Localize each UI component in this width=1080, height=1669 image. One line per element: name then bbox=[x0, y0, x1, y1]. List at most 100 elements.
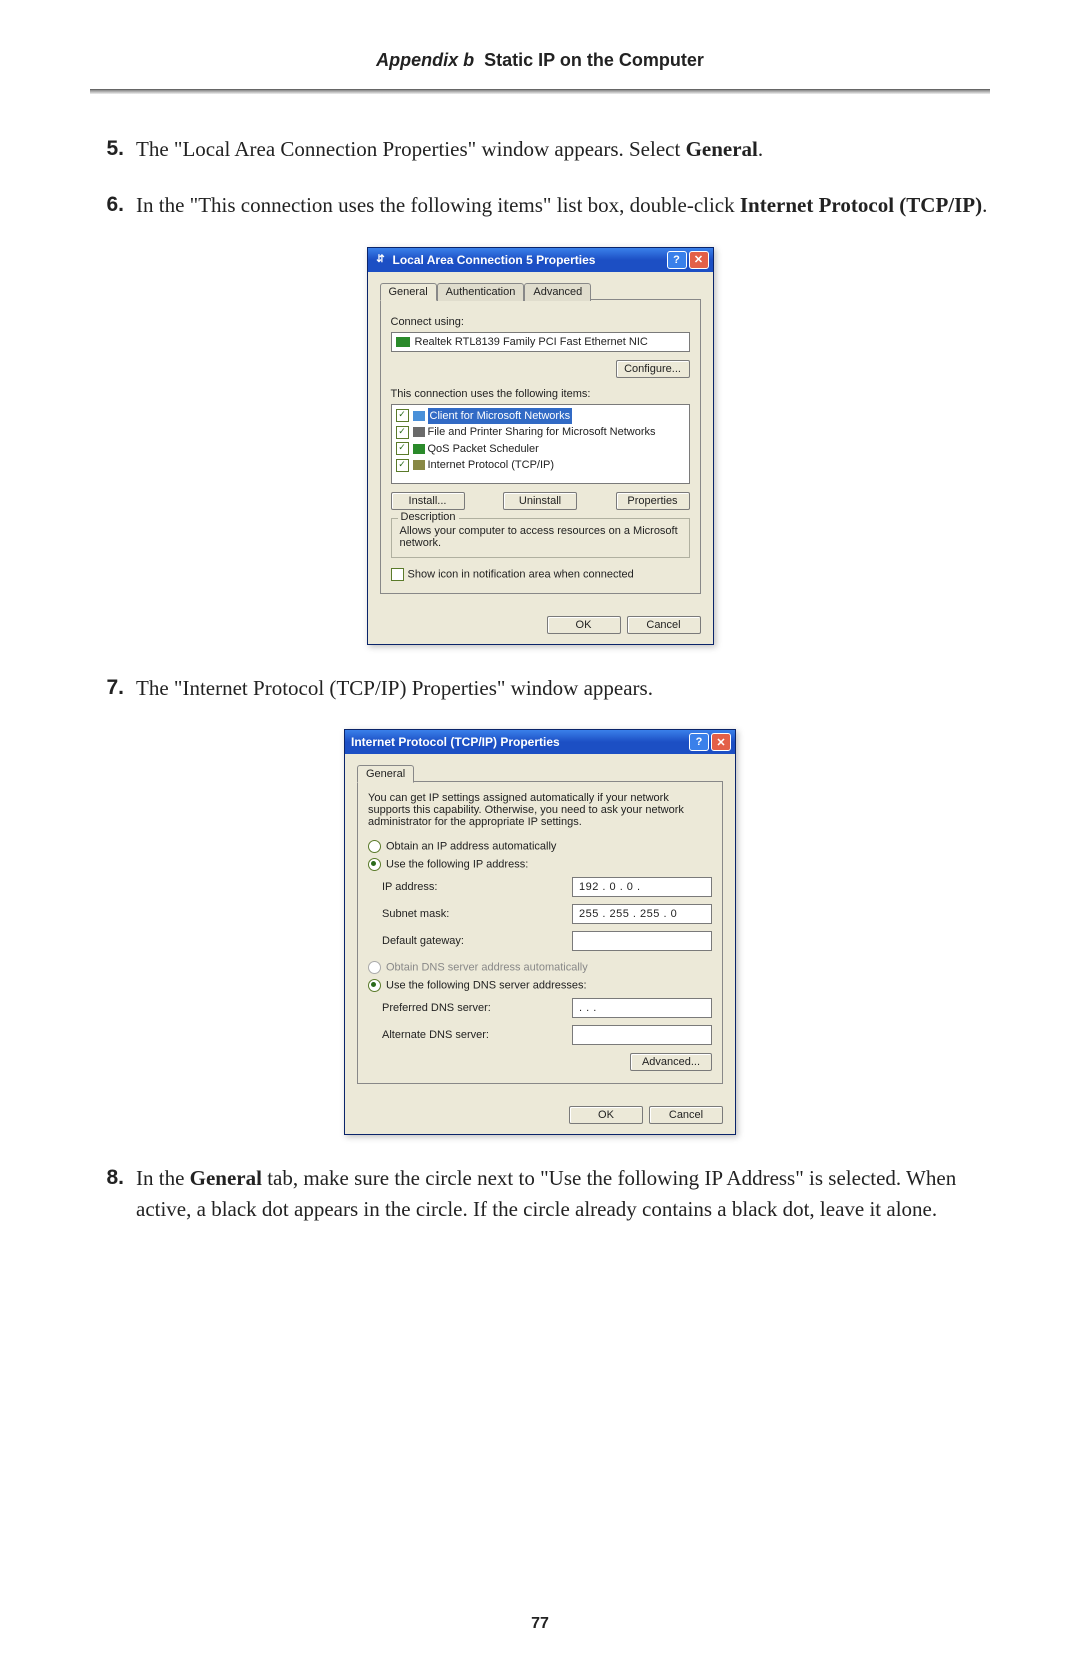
cancel-button[interactable]: Cancel bbox=[649, 1106, 723, 1124]
properties-button[interactable]: Properties bbox=[616, 492, 690, 510]
preferred-dns-input[interactable]: . . . bbox=[572, 998, 712, 1018]
list-item[interactable]: QoS Packet Scheduler bbox=[396, 441, 685, 458]
step-body: The "Local Area Connection Properties" w… bbox=[136, 134, 990, 164]
titlebar[interactable]: Internet Protocol (TCP/IP) Properties ? … bbox=[345, 730, 735, 754]
checkbox-icon[interactable] bbox=[396, 442, 409, 455]
default-gateway-input[interactable] bbox=[572, 931, 712, 951]
radio-icon[interactable] bbox=[368, 858, 381, 871]
uninstall-button[interactable]: Uninstall bbox=[503, 492, 577, 510]
step-text: . bbox=[758, 137, 763, 161]
tabs: General bbox=[357, 764, 723, 782]
advanced-button[interactable]: Advanced... bbox=[630, 1053, 712, 1071]
default-gateway-label: Default gateway: bbox=[382, 935, 572, 947]
configure-button[interactable]: Configure... bbox=[616, 360, 690, 378]
description-legend: Description bbox=[398, 511, 459, 523]
radio-icon[interactable] bbox=[368, 979, 381, 992]
list-item[interactable]: File and Printer Sharing for Microsoft N… bbox=[396, 424, 685, 441]
tabs: General Authentication Advanced bbox=[380, 282, 701, 300]
intro-text: You can get IP settings assigned automat… bbox=[368, 792, 712, 828]
step-body: In the "This connection uses the followi… bbox=[136, 190, 990, 220]
description-group: Description Allows your computer to acce… bbox=[391, 518, 690, 558]
tab-general[interactable]: General bbox=[357, 765, 414, 783]
step-sc: TCP/IP bbox=[336, 676, 399, 700]
tab-authentication[interactable]: Authentication bbox=[437, 283, 525, 301]
install-button[interactable]: Install... bbox=[391, 492, 465, 510]
radio-icon bbox=[368, 961, 381, 974]
step-5: 5. The "Local Area Connection Properties… bbox=[90, 134, 990, 164]
step-number: 6. bbox=[90, 190, 124, 220]
step-bold: General bbox=[686, 137, 758, 161]
tab-general[interactable]: General bbox=[380, 283, 437, 301]
radio-label: Use the following DNS server addresses: bbox=[386, 980, 587, 992]
ok-button[interactable]: OK bbox=[569, 1106, 643, 1124]
list-item-label: Internet Protocol (TCP/IP) bbox=[428, 459, 555, 471]
help-icon[interactable]: ? bbox=[667, 251, 687, 269]
appendix-label: Appendix b bbox=[376, 50, 474, 70]
list-item-label: QoS Packet Scheduler bbox=[428, 443, 539, 455]
step-text: The "Local Area Connection Properties" w… bbox=[136, 137, 686, 161]
ip-address-label: IP address: bbox=[382, 881, 572, 893]
cancel-button[interactable]: Cancel bbox=[627, 616, 701, 634]
nic-icon bbox=[396, 337, 410, 347]
show-icon-label: Show icon in notification area when conn… bbox=[408, 568, 634, 580]
alternate-dns-label: Alternate DNS server: bbox=[382, 1029, 572, 1041]
close-icon[interactable]: ✕ bbox=[711, 733, 731, 751]
tcpip-properties-dialog: Internet Protocol (TCP/IP) Properties ? … bbox=[344, 729, 736, 1135]
items-label: This connection uses the following items… bbox=[391, 388, 690, 400]
protocol-icon bbox=[413, 460, 425, 470]
page-number: 77 bbox=[0, 1615, 1080, 1633]
checkbox-icon[interactable] bbox=[396, 459, 409, 472]
step-text: ) Properties" window appears. bbox=[399, 676, 653, 700]
list-item-label: Client for Microsoft Networks bbox=[428, 408, 573, 425]
service-icon bbox=[413, 444, 425, 454]
list-item-label: File and Printer Sharing for Microsoft N… bbox=[428, 426, 656, 438]
close-icon[interactable]: ✕ bbox=[689, 251, 709, 269]
show-icon-row[interactable]: Show icon in notification area when conn… bbox=[391, 568, 690, 581]
lan-properties-dialog: ⇵ Local Area Connection 5 Properties ? ✕… bbox=[367, 247, 714, 645]
radio-use-dns[interactable]: Use the following DNS server addresses: bbox=[368, 979, 712, 992]
header-rule bbox=[90, 89, 990, 94]
checkbox-icon[interactable] bbox=[396, 409, 409, 422]
step-8: 8. In the General tab, make sure the cir… bbox=[90, 1163, 990, 1224]
step-bold: General bbox=[190, 1166, 262, 1190]
step-body: In the General tab, make sure the circle… bbox=[136, 1163, 990, 1224]
step-number: 5. bbox=[90, 134, 124, 164]
service-icon bbox=[413, 427, 425, 437]
list-item[interactable]: Client for Microsoft Networks bbox=[396, 408, 685, 425]
page-header: Appendix b Static IP on the Computer bbox=[90, 50, 990, 71]
step-body: The "Internet Protocol (TCP/IP) Properti… bbox=[136, 673, 990, 703]
step-sc: IP bbox=[704, 1166, 722, 1190]
radio-label: Use the following IP address: bbox=[386, 859, 528, 871]
ip-address-input[interactable]: 192 . 0 . 0 . bbox=[572, 877, 712, 897]
list-item[interactable]: Internet Protocol (TCP/IP) bbox=[396, 457, 685, 474]
step-6: 6. In the "This connection uses the foll… bbox=[90, 190, 990, 220]
checkbox-icon[interactable] bbox=[391, 568, 404, 581]
header-title-text: Static IP on the Computer bbox=[484, 50, 704, 70]
adapter-field[interactable]: Realtek RTL8139 Family PCI Fast Ethernet… bbox=[391, 332, 690, 352]
adapter-name: Realtek RTL8139 Family PCI Fast Ethernet… bbox=[415, 336, 648, 348]
alternate-dns-input[interactable] bbox=[572, 1025, 712, 1045]
step-number: 7. bbox=[90, 673, 124, 703]
checkbox-icon[interactable] bbox=[396, 426, 409, 439]
radio-use-ip[interactable]: Use the following IP address: bbox=[368, 858, 712, 871]
step-7: 7. The "Internet Protocol (TCP/IP) Prope… bbox=[90, 673, 990, 703]
subnet-mask-label: Subnet mask: bbox=[382, 908, 572, 920]
client-icon bbox=[413, 411, 425, 421]
items-listbox[interactable]: Client for Microsoft Networks File and P… bbox=[391, 404, 690, 484]
dialog-title: Local Area Connection 5 Properties bbox=[393, 253, 665, 267]
dialog-title: Internet Protocol (TCP/IP) Properties bbox=[351, 735, 687, 749]
tab-advanced[interactable]: Advanced bbox=[524, 283, 591, 301]
radio-obtain-ip[interactable]: Obtain an IP address automatically bbox=[368, 840, 712, 853]
connect-using-label: Connect using: bbox=[391, 316, 690, 328]
titlebar[interactable]: ⇵ Local Area Connection 5 Properties ? ✕ bbox=[368, 248, 713, 272]
description-text: Allows your computer to access resources… bbox=[400, 525, 681, 549]
step-text: The "Internet Protocol ( bbox=[136, 676, 336, 700]
step-sc: TCP/IP bbox=[906, 193, 975, 217]
ok-button[interactable]: OK bbox=[547, 616, 621, 634]
radio-icon[interactable] bbox=[368, 840, 381, 853]
radio-label: Obtain DNS server address automatically bbox=[386, 962, 588, 974]
subnet-mask-input[interactable]: 255 . 255 . 255 . 0 bbox=[572, 904, 712, 924]
help-icon[interactable]: ? bbox=[689, 733, 709, 751]
step-bold: Internet Protocol ( bbox=[740, 193, 906, 217]
network-icon: ⇵ bbox=[374, 253, 388, 267]
